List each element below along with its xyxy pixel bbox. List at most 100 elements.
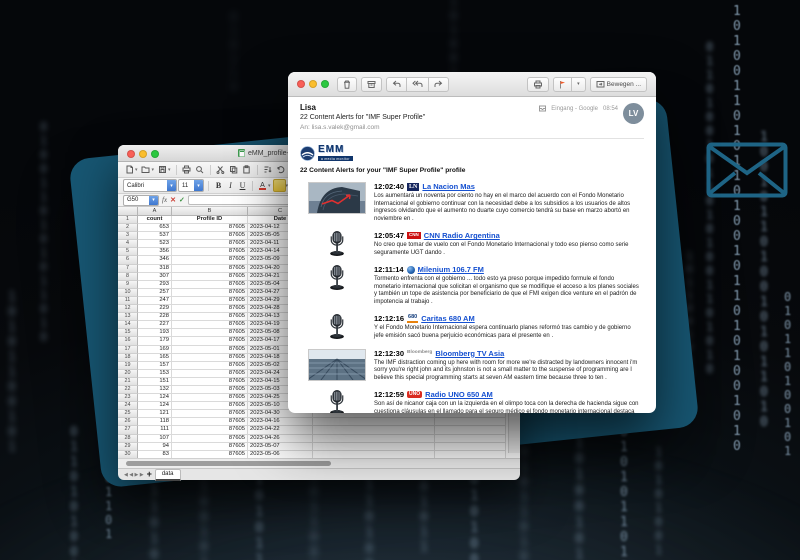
cell[interactable]: 132 [138,385,172,395]
save-dropdown-icon[interactable]: ▾ [168,167,171,173]
cell[interactable]: 179 [138,337,172,346]
cancel-entry-button[interactable]: ✕ [170,196,176,204]
cell[interactable]: 87605 [172,248,248,257]
close-button[interactable] [297,80,305,88]
row-header[interactable]: 11 [118,296,138,306]
row-header[interactable]: 9 [118,280,138,289]
row-header[interactable]: 8 [118,272,138,281]
reply-button[interactable] [386,76,407,92]
open-file-icon[interactable] [140,164,152,176]
cell[interactable]: 87605 [172,410,248,419]
print-button[interactable] [527,76,550,92]
cell[interactable] [313,442,435,451]
source-link[interactable]: Caritas 680 AM [421,314,475,323]
row-header[interactable]: 20 [118,369,138,378]
cell[interactable] [435,450,506,458]
cell[interactable]: 523 [138,240,172,249]
cell[interactable]: 87605 [172,369,248,378]
archive-button[interactable] [361,76,382,92]
accept-entry-button[interactable]: ✓ [179,196,185,204]
cell[interactable]: 87605 [172,426,248,435]
cell[interactable]: 124 [138,394,172,403]
row-header[interactable]: 19 [118,361,138,370]
font-name-select[interactable]: Calibri ▾ [123,179,177,192]
cell[interactable] [313,418,435,427]
zoom-button[interactable] [321,80,329,88]
row-header[interactable]: 28 [118,434,138,443]
cell[interactable] [435,434,506,443]
row-header[interactable]: 1 [118,216,138,225]
cell[interactable]: 111 [138,426,172,435]
paste-icon[interactable] [241,164,253,176]
mailbox-label[interactable]: Eingang - Google [551,106,598,112]
cell[interactable]: 537 [138,232,172,241]
cell[interactable]: 87605 [172,232,248,241]
cell[interactable]: 193 [138,329,172,338]
cell[interactable] [435,442,506,451]
cell[interactable]: 257 [138,288,172,297]
cell[interactable]: 94 [138,442,172,451]
cell[interactable] [313,426,435,435]
column-header-a[interactable]: A [138,207,172,216]
bold-button[interactable]: B [213,180,224,191]
cell[interactable]: 307 [138,272,172,281]
cell[interactable]: 87605 [172,434,248,443]
font-size-select[interactable]: 11 ▾ [178,179,204,192]
cell[interactable]: 169 [138,345,172,354]
underline-button[interactable]: U [237,180,248,191]
flag-dropdown-icon[interactable]: ▾ [571,76,586,92]
cell[interactable]: 118 [138,418,172,427]
cell[interactable]: 83 [138,450,172,458]
cell[interactable]: 153 [138,369,172,378]
cut-icon[interactable] [215,164,227,176]
row-header[interactable]: 13 [118,313,138,322]
print-icon[interactable] [181,164,193,176]
row-header[interactable]: 10 [118,288,138,297]
corner-select-all[interactable] [118,207,138,216]
cell[interactable]: 247 [138,296,172,306]
cell[interactable]: 653 [138,224,172,233]
cell[interactable] [435,418,506,427]
copy-icon[interactable] [228,164,240,176]
row-header[interactable]: 24 [118,402,138,411]
font-color-button[interactable]: A [257,180,268,191]
cell[interactable]: 87605 [172,272,248,281]
cell[interactable]: 151 [138,377,172,386]
name-box-dropdown-icon[interactable]: ▾ [149,195,158,205]
row-header[interactable]: 15 [118,329,138,338]
cell[interactable]: 157 [138,361,172,370]
cell[interactable]: 227 [138,321,172,330]
cell[interactable]: 87605 [172,329,248,338]
cell[interactable]: 87605 [172,224,248,233]
row-header[interactable]: 21 [118,377,138,386]
cell[interactable]: 87605 [172,240,248,249]
minimize-button[interactable] [309,80,317,88]
new-document-icon[interactable] [123,164,135,176]
row-header[interactable]: 30 [118,450,138,458]
reply-all-button[interactable] [406,76,429,92]
function-wizard-button[interactable]: fx [162,196,167,204]
minimize-button[interactable] [139,150,147,158]
cell[interactable]: 87605 [172,361,248,370]
cell[interactable]: 2023-04-26 [248,434,313,443]
undo-icon[interactable] [275,164,287,176]
cell[interactable]: 2023-05-06 [248,450,313,458]
cell[interactable]: 107 [138,434,172,443]
cell[interactable]: 87605 [172,337,248,346]
cell[interactable]: count [138,216,172,225]
cell[interactable]: 165 [138,353,172,362]
row-header[interactable]: 6 [118,256,138,265]
row-header[interactable]: 2 [118,224,138,233]
cell[interactable]: Profile ID [172,216,248,225]
cell[interactable] [313,450,435,458]
row-header[interactable]: 4 [118,240,138,249]
font-size-dropdown-icon[interactable]: ▾ [194,180,203,191]
zoom-button[interactable] [151,150,159,158]
row-header[interactable]: 17 [118,345,138,354]
row-header[interactable]: 18 [118,353,138,362]
row-header[interactable]: 26 [118,418,138,427]
cell[interactable]: 2023-04-22 [248,426,313,435]
row-header[interactable]: 7 [118,264,138,273]
cell[interactable]: 87605 [172,288,248,297]
italic-button[interactable]: I [225,180,236,191]
